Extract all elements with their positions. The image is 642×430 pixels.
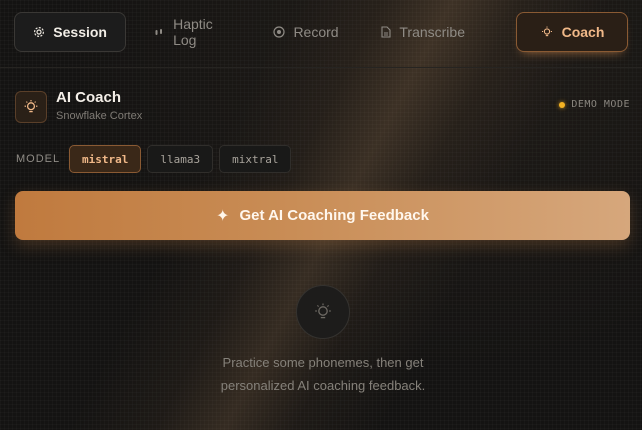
- gear-icon: [33, 25, 45, 39]
- get-coaching-feedback-button[interactable]: ✦ Get AI Coaching Feedback: [15, 191, 630, 240]
- empty-state-message: Practice some phonemes, then get persona…: [220, 355, 426, 393]
- lightbulb-icon: [540, 25, 554, 39]
- model-label: MODEL: [16, 153, 61, 165]
- model-option-mistral[interactable]: mistral: [69, 145, 142, 173]
- coach-header: AI Coach Snowflake Cortex DEMO MODE: [15, 89, 630, 123]
- document-icon: [381, 25, 391, 39]
- model-option-llama3[interactable]: llama3: [147, 145, 214, 173]
- lightbulb-icon: [15, 91, 47, 123]
- tab-bar: Session Haptic Log Record Transcribe Coa…: [14, 12, 628, 52]
- model-selector: MODEL mistral llama3 mixtral: [16, 145, 297, 173]
- sparkle-icon: ✦: [216, 207, 230, 225]
- page-title: AI Coach: [56, 89, 122, 106]
- tab-record[interactable]: Record: [258, 12, 354, 52]
- model-option-mixtral[interactable]: mixtral: [219, 145, 292, 173]
- tab-haptic-log[interactable]: Haptic Log: [134, 12, 250, 52]
- get-coaching-feedback-label: Get AI Coaching Feedback: [239, 207, 429, 224]
- tab-coach-label: Coach: [561, 24, 605, 40]
- page-subtitle: Snowflake Cortex: [56, 110, 143, 122]
- tab-session-label: Session: [53, 24, 107, 40]
- status-dot-icon: [559, 101, 566, 108]
- tab-haptic-log-label: Haptic Log: [173, 16, 213, 48]
- demo-mode-badge: DEMO MODE: [559, 99, 630, 110]
- tab-transcribe[interactable]: Transcribe: [362, 12, 484, 52]
- tab-divider: [0, 67, 642, 68]
- record-icon: [273, 25, 286, 39]
- app-root: Session Haptic Log Record Transcribe Coa…: [0, 0, 642, 430]
- lightbulb-icon: [296, 285, 350, 339]
- demo-mode-label: DEMO MODE: [571, 99, 630, 110]
- tab-record-label: Record: [293, 24, 339, 40]
- tab-session[interactable]: Session: [14, 12, 126, 52]
- tab-coach[interactable]: Coach: [516, 12, 628, 52]
- vibration-icon: [153, 25, 165, 39]
- tab-transcribe-label: Transcribe: [399, 24, 465, 40]
